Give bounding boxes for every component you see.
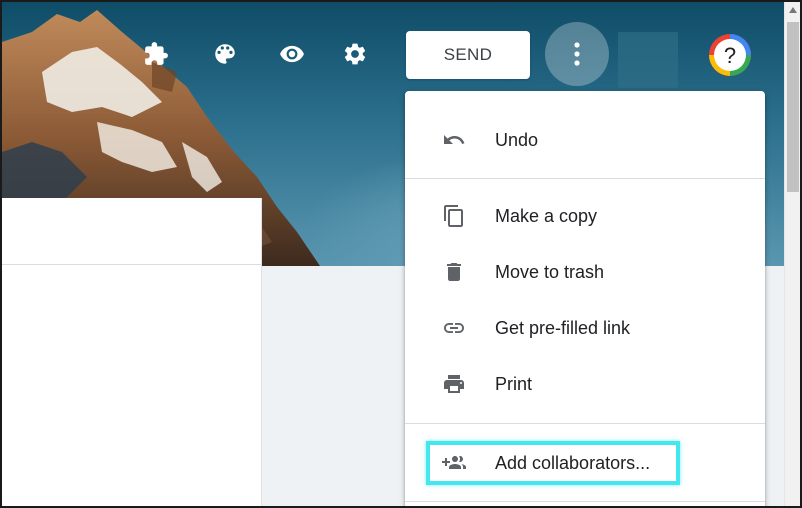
help-icon: ? — [709, 34, 751, 76]
form-header-card — [2, 198, 262, 506]
menu-item-move-to-trash[interactable]: Move to trash — [405, 246, 765, 298]
gear-icon[interactable] — [339, 38, 371, 70]
menu-item-label: Undo — [495, 129, 539, 150]
menu-item-label: Move to trash — [495, 261, 605, 282]
menu-item-label: Get pre-filled link — [495, 317, 631, 338]
eye-icon[interactable] — [276, 38, 308, 70]
menu-item-prefilled-link[interactable]: Get pre-filled link — [405, 302, 765, 354]
puzzle-icon[interactable] — [140, 38, 172, 70]
more-options-menu: Undo Make a copy Move to trash Get pre-f… — [405, 91, 765, 506]
more-vert-icon[interactable] — [545, 22, 609, 86]
menu-item-label: Make a copy — [495, 205, 598, 226]
send-button[interactable]: SEND — [406, 31, 530, 79]
help-label: ? — [724, 43, 736, 68]
scroll-up-arrow-icon[interactable] — [785, 2, 800, 18]
menu-item-label: Print — [495, 373, 533, 394]
link-icon — [439, 313, 469, 343]
palette-icon[interactable] — [209, 38, 241, 70]
menu-divider — [405, 178, 765, 179]
card-divider — [2, 264, 261, 265]
trash-icon — [439, 257, 469, 287]
menu-item-undo[interactable]: Undo — [405, 114, 765, 166]
help-button[interactable]: ? — [708, 33, 752, 77]
undo-icon — [439, 125, 469, 155]
menu-divider — [405, 501, 765, 502]
menu-item-print[interactable]: Print — [405, 358, 765, 410]
print-icon — [439, 369, 469, 399]
menu-divider — [405, 423, 765, 424]
menu-item-make-copy[interactable]: Make a copy — [405, 190, 765, 242]
copy-icon — [439, 201, 469, 231]
vertical-scrollbar[interactable] — [784, 2, 800, 506]
highlight-box — [426, 441, 680, 485]
app-window: SEND ? Undo Make a copy Move to trash Ge… — [0, 0, 802, 508]
scroll-thumb[interactable] — [787, 22, 799, 192]
account-tile[interactable] — [618, 32, 678, 88]
